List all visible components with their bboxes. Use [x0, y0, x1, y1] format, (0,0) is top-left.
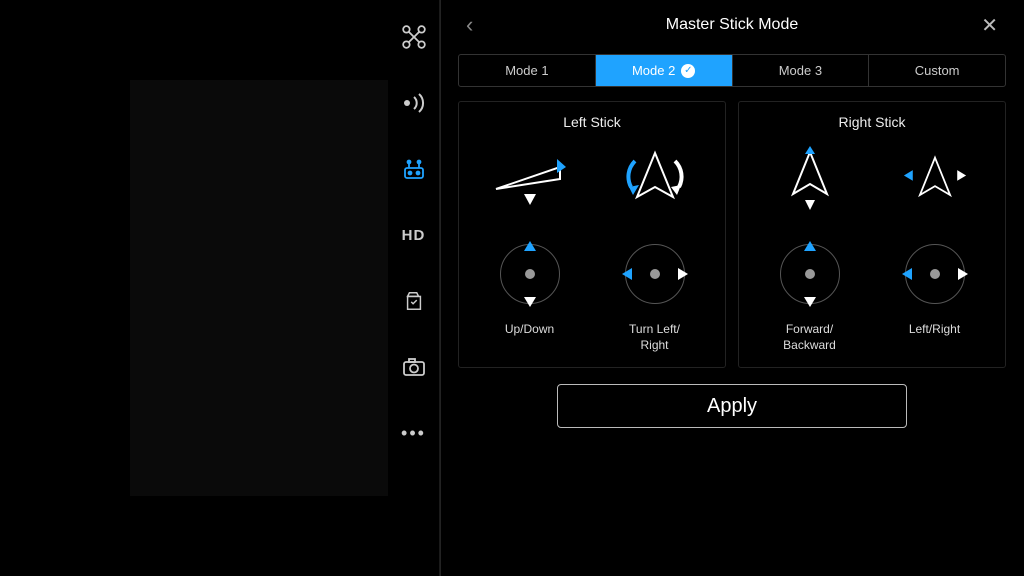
- throttle-diagram: [490, 144, 570, 214]
- axis-label-updown: Up/Down: [490, 322, 570, 353]
- left-stick-title: Left Stick: [563, 114, 621, 130]
- tab-label: Mode 2: [632, 63, 675, 78]
- left-stick-pane: Left Stick: [458, 101, 726, 368]
- tab-custom[interactable]: Custom: [869, 55, 1005, 86]
- pitch-diagram: [770, 144, 850, 214]
- tab-mode-3[interactable]: Mode 3: [733, 55, 870, 86]
- panel-header: ‹ Master Stick Mode ✕: [458, 0, 1006, 50]
- roll-diagram: [895, 144, 975, 214]
- tab-label: Mode 1: [505, 63, 548, 78]
- camera-icon[interactable]: [401, 354, 427, 380]
- page-title: Master Stick Mode: [666, 16, 798, 34]
- more-icon[interactable]: •••: [401, 420, 427, 446]
- rc-icon[interactable]: [401, 156, 427, 182]
- apply-button[interactable]: Apply: [557, 384, 907, 428]
- aircraft-icon[interactable]: [401, 24, 427, 50]
- tab-label: Custom: [915, 63, 960, 78]
- tab-label: Mode 3: [779, 63, 822, 78]
- axis-label-roll: Left/Right: [895, 322, 975, 353]
- check-icon: ✓: [681, 64, 695, 78]
- battery-checklist-icon[interactable]: [401, 288, 427, 314]
- hd-icon[interactable]: HD: [401, 222, 427, 248]
- left-stick-vertical: [500, 244, 560, 304]
- close-icon[interactable]: ✕: [981, 13, 998, 38]
- empty-left-margin: [0, 0, 130, 576]
- tab-mode-1[interactable]: Mode 1: [459, 55, 596, 86]
- left-stick-horizontal: [625, 244, 685, 304]
- back-icon[interactable]: ‹: [466, 12, 473, 38]
- axis-label-pitch: Forward/ Backward: [770, 322, 850, 353]
- tab-mode-2[interactable]: Mode 2 ✓: [596, 55, 733, 86]
- camera-preview[interactable]: [130, 80, 388, 496]
- axis-label-turn: Turn Left/ Right: [615, 322, 695, 353]
- settings-sidebar: HD •••: [388, 0, 440, 576]
- signal-icon[interactable]: [401, 90, 427, 116]
- mode-tabs: Mode 1 Mode 2 ✓ Mode 3 Custom: [458, 54, 1006, 87]
- right-stick-vertical: [780, 244, 840, 304]
- apply-label: Apply: [707, 395, 757, 418]
- yaw-diagram: [615, 144, 695, 214]
- right-stick-title: Right Stick: [839, 114, 906, 130]
- right-stick-pane: Right Stick: [738, 101, 1006, 368]
- right-stick-horizontal: [905, 244, 965, 304]
